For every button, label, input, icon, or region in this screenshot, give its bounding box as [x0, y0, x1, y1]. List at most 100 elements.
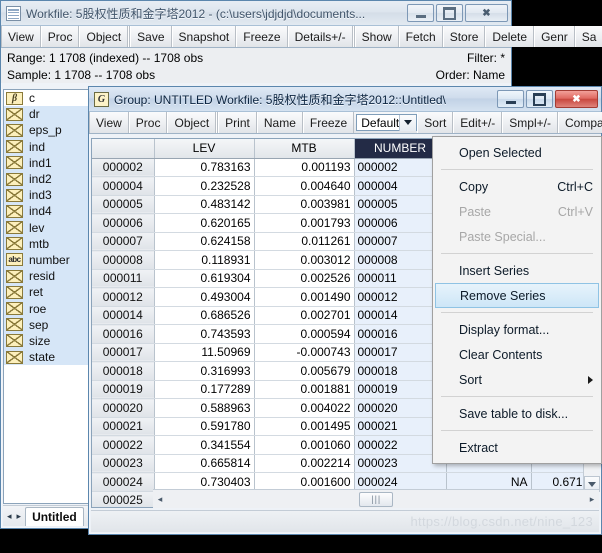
row-header-cell[interactable]: 000008 [92, 250, 155, 270]
cell-mtb[interactable]: 0.001193 [254, 158, 355, 177]
cell-mtb[interactable]: 0.002701 [254, 306, 355, 325]
menu-item-clear-contents[interactable]: Clear Contents [433, 342, 601, 367]
cell-lev[interactable]: 0.743593 [154, 324, 255, 344]
cell-mtb[interactable]: 0.001490 [254, 287, 355, 307]
row-header-cell[interactable]: 000022 [92, 435, 155, 455]
col-header-mtb[interactable]: MTB [254, 139, 355, 159]
wf-btn-fetch[interactable]: Fetch [398, 26, 443, 47]
cell-lev[interactable]: 0.620165 [154, 213, 255, 233]
row-header-cell[interactable]: 000011 [92, 269, 155, 288]
context-menu[interactable]: Open Selected Copy Ctrl+C Paste Ctrl+V Paste … [432, 136, 602, 464]
cell-lev[interactable]: 0.591780 [154, 417, 255, 436]
cell-lev[interactable]: 0.232528 [154, 176, 255, 196]
cell-mtb[interactable]: 0.001793 [254, 213, 355, 233]
maximize-button[interactable] [526, 90, 553, 108]
cell-lev[interactable]: 11.50969 [154, 343, 255, 362]
cell-lev[interactable]: 0.619304 [154, 269, 255, 288]
cell-mtb[interactable]: 0.004022 [254, 398, 355, 418]
cell-lev[interactable]: 0.118931 [154, 250, 255, 270]
cell-lev[interactable]: 0.686526 [154, 306, 255, 325]
wf-btn-freeze[interactable]: Freeze [236, 26, 288, 47]
row-header-cell[interactable]: 000018 [92, 361, 155, 381]
menu-item-copy[interactable]: Copy Ctrl+C [433, 174, 601, 199]
grp-btn-print[interactable]: Print [218, 112, 257, 133]
wf-btn-proc[interactable]: Proc [40, 26, 80, 47]
cell-lev[interactable]: 0.624158 [154, 232, 255, 251]
close-button[interactable]: ✖ [555, 90, 598, 108]
menu-item-insert-series[interactable]: Insert Series [433, 258, 601, 283]
grp-btn-compare[interactable]: Compare+/- [557, 112, 602, 133]
row-header-cell[interactable]: 000020 [92, 398, 155, 418]
cell-mtb[interactable]: 0.001495 [254, 417, 355, 436]
grp-btn-freeze[interactable]: Freeze [302, 112, 355, 133]
row-header-cell[interactable]: 000002 [92, 158, 155, 177]
cell-lev[interactable]: 0.783163 [154, 158, 255, 177]
tab-nav[interactable]: ◂ ▸ [5, 511, 23, 522]
cell-mtb[interactable]: 0.001881 [254, 380, 355, 399]
close-button[interactable]: ✖ [465, 4, 508, 22]
row-header-cell[interactable]: 000021 [92, 417, 155, 436]
hscroll-thumb[interactable]: ||| [359, 491, 394, 507]
col-header-lev[interactable]: LEV [154, 139, 255, 159]
col-header-rowid[interactable] [92, 139, 155, 159]
menu-item-remove-series[interactable]: Remove Series [435, 283, 599, 308]
cell-mtb[interactable]: 0.003012 [254, 250, 355, 270]
cell-mtb[interactable]: 0.003981 [254, 195, 355, 214]
menu-item-extract[interactable]: Extract [433, 435, 601, 460]
row-header-cell[interactable]: 000007 [92, 232, 155, 251]
cell-lev[interactable]: 0.588963 [154, 398, 255, 418]
grp-btn-edit[interactable]: Edit+/- [453, 112, 503, 133]
cell-mtb[interactable]: 0.001060 [254, 435, 355, 455]
grp-btn-object[interactable]: Object [167, 112, 217, 133]
grp-btn-sort[interactable]: Sort [417, 112, 454, 133]
cell-mtb[interactable]: 0.005679 [254, 361, 355, 381]
wf-btn-sample[interactable]: Sa [574, 26, 602, 47]
chevron-down-icon[interactable] [399, 114, 417, 131]
order-label[interactable]: Order: Name [436, 68, 505, 82]
menu-item-sort[interactable]: Sort [433, 367, 601, 392]
tab-prev-icon[interactable]: ◂ [5, 511, 14, 522]
wf-btn-save[interactable]: Save [130, 26, 172, 47]
row-header-cell[interactable]: 000012 [92, 287, 155, 307]
cell-lev[interactable]: 0.316993 [154, 361, 255, 381]
grp-btn-name[interactable]: Name [256, 112, 303, 133]
wf-btn-view[interactable]: View [1, 26, 41, 47]
wf-btn-store[interactable]: Store [442, 26, 486, 47]
minimize-button[interactable] [497, 90, 524, 108]
scroll-right-icon[interactable]: ▸ [585, 491, 599, 508]
row-header-cell[interactable]: 000006 [92, 213, 155, 233]
row-header-cell[interactable]: 000004 [92, 176, 155, 196]
cell-mtb[interactable]: 0.011261 [254, 232, 355, 251]
row-header-cell[interactable]: 000024 [92, 472, 155, 492]
cell-mtb[interactable]: 0.002526 [254, 269, 355, 288]
cell-mtb[interactable]: 0.000594 [254, 324, 355, 344]
cell-lev[interactable]: 0.341554 [154, 435, 255, 455]
row-header-cell[interactable]: 000025 [92, 491, 155, 507]
wf-btn-delete[interactable]: Delete [485, 26, 535, 47]
scroll-left-icon[interactable]: ◂ [153, 491, 167, 508]
wf-btn-genr[interactable]: Genr [534, 26, 575, 47]
row-header-cell[interactable]: 000019 [92, 380, 155, 399]
tab-next-icon[interactable]: ▸ [15, 511, 24, 522]
menu-item-display-format[interactable]: Display format... [433, 317, 601, 342]
workfile-tab-untitled[interactable]: Untitled [25, 506, 84, 526]
hscroll-track[interactable]: ||| [167, 491, 585, 508]
grp-btn-proc[interactable]: Proc [128, 112, 168, 133]
maximize-button[interactable] [436, 4, 463, 22]
wf-btn-show[interactable]: Show [354, 26, 399, 47]
cell-mtb[interactable]: 0.004640 [254, 176, 355, 196]
wf-btn-details[interactable]: Details+/- [287, 26, 353, 47]
horizontal-scrollbar[interactable]: ◂ ||| ▸ [153, 489, 599, 508]
workfile-titlebar[interactable]: Workfile: 5股权性质和金字塔2012 - (c:\users\jdjd… [1, 1, 511, 26]
view-format-combo[interactable]: Default [356, 114, 418, 131]
grp-btn-smpl[interactable]: Smpl+/- [502, 112, 558, 133]
wf-btn-object[interactable]: Object [79, 26, 129, 47]
minimize-button[interactable] [407, 4, 434, 22]
filter-label[interactable]: Filter: * [467, 51, 505, 65]
wf-btn-snapshot[interactable]: Snapshot [171, 26, 237, 47]
group-toolbar[interactable]: View Proc Object Print Name Freeze Defau… [89, 112, 602, 134]
cell-lev[interactable]: 0.665814 [154, 454, 255, 473]
cell-lev[interactable]: 0.493004 [154, 287, 255, 307]
row-header-cell[interactable]: 000017 [92, 343, 155, 362]
workfile-toolbar[interactable]: View Proc Object Save Snapshot Freeze De… [1, 26, 602, 48]
